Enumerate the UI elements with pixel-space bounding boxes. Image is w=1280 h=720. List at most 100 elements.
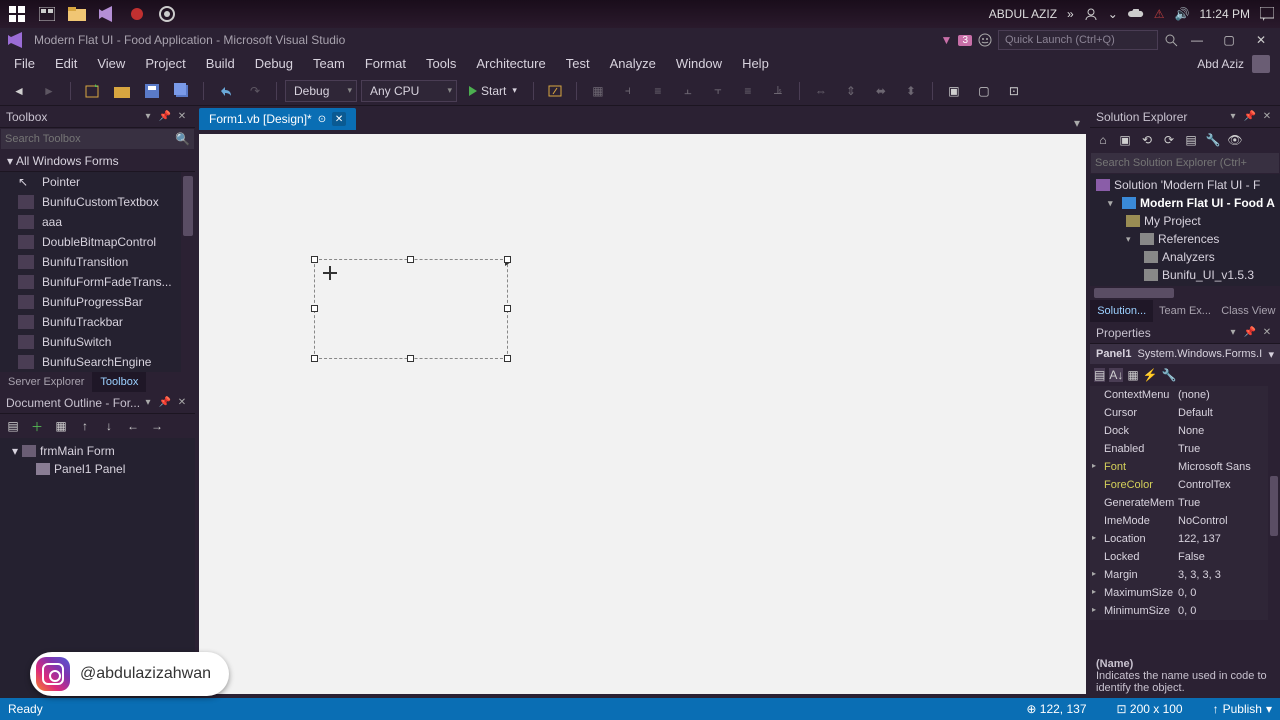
menu-team[interactable]: Team	[303, 52, 355, 76]
dropdown-icon[interactable]: ▾	[1226, 110, 1240, 124]
pin-tab-icon[interactable]: ⊙	[318, 114, 326, 125]
analyzers-node[interactable]: Analyzers	[1090, 248, 1280, 266]
outline-expand-icon[interactable]: ▤	[4, 417, 22, 435]
property-row[interactable]: MinimumSize0, 0	[1090, 602, 1280, 620]
doc-tab-form1[interactable]: Form1.vb [Design]* ⊙ ✕	[199, 108, 356, 130]
toolbox-search[interactable]: 🔍	[0, 128, 195, 150]
menu-edit[interactable]: Edit	[45, 52, 87, 76]
pin-icon[interactable]: 📌	[158, 396, 172, 410]
menu-project[interactable]: Project	[135, 52, 195, 76]
sol-refresh-icon[interactable]: ⟳	[1160, 131, 1178, 149]
save-icon[interactable]	[139, 79, 165, 103]
property-object-selector[interactable]: Panel1System.Windows.Forms.I▾	[1090, 344, 1280, 364]
resize-handle[interactable]	[407, 355, 414, 362]
people-icon[interactable]	[1084, 7, 1098, 21]
tab-solution[interactable]: Solution...	[1090, 300, 1153, 322]
menu-file[interactable]: File	[4, 52, 45, 76]
myproject-node[interactable]: My Project	[1090, 212, 1280, 230]
vs-taskbar-icon[interactable]	[96, 3, 118, 25]
tab-class-view[interactable]: Class View	[1217, 300, 1280, 322]
solution-node[interactable]: Solution 'Modern Flat UI - F	[1090, 176, 1280, 194]
bunifu-ref-node[interactable]: Bunifu_UI_v1.5.3	[1090, 266, 1280, 284]
open-file-icon[interactable]	[109, 79, 135, 103]
menu-view[interactable]: View	[87, 52, 135, 76]
events-icon[interactable]: ⚡	[1143, 368, 1158, 382]
platform-dropdown[interactable]: Any CPU	[361, 80, 457, 102]
pin-icon[interactable]: 📌	[1243, 110, 1257, 124]
menu-format[interactable]: Format	[355, 52, 416, 76]
new-project-icon[interactable]	[79, 79, 105, 103]
toolbox-scrollbar[interactable]	[181, 172, 195, 372]
menu-debug[interactable]: Debug	[245, 52, 303, 76]
close-panel-icon[interactable]: ✕	[175, 110, 189, 124]
form-canvas[interactable]	[199, 134, 1086, 694]
sol-collapse-icon[interactable]: ▣	[1116, 131, 1134, 149]
notification-badge[interactable]: 3	[958, 35, 972, 46]
toolbox-group-header[interactable]: ▾All Windows Forms	[0, 150, 195, 172]
browser-link-icon[interactable]	[542, 79, 568, 103]
menu-window[interactable]: Window	[666, 52, 732, 76]
start-button[interactable]: Start▾	[461, 84, 525, 98]
task-view-icon[interactable]	[36, 3, 58, 25]
security-icon[interactable]: ⚠	[1154, 7, 1165, 21]
resize-handle[interactable]	[311, 305, 318, 312]
property-row[interactable]: LockedFalse	[1090, 548, 1280, 566]
menu-test[interactable]: Test	[556, 52, 600, 76]
menubar-user[interactable]: Abd Aziz	[1197, 57, 1244, 71]
tab-order-icon[interactable]: ⊡	[1001, 79, 1027, 103]
tool-transition[interactable]: BunifuTransition	[0, 252, 195, 272]
prop-pages-icon[interactable]: 🔧	[1162, 368, 1177, 382]
move-in-icon[interactable]: →	[148, 417, 166, 435]
resize-handle[interactable]	[504, 305, 511, 312]
menu-analyze[interactable]: Analyze	[600, 52, 666, 76]
menu-help[interactable]: Help	[732, 52, 779, 76]
resize-handle[interactable]	[407, 256, 414, 263]
record-icon[interactable]	[126, 3, 148, 25]
property-row[interactable]: Margin3, 3, 3, 3	[1090, 566, 1280, 584]
dropdown-icon[interactable]: ▾	[141, 396, 155, 410]
maximize-button[interactable]: ▢	[1216, 31, 1242, 49]
pin-icon[interactable]: 📌	[1243, 326, 1257, 340]
references-node[interactable]: ▾References	[1090, 230, 1280, 248]
props-pages-icon[interactable]: ▦	[1127, 368, 1138, 382]
categorized-icon[interactable]: ▤	[1094, 368, 1105, 382]
sol-preview-icon[interactable]: 👁	[1226, 131, 1244, 149]
sol-props-icon[interactable]: 🔧	[1204, 131, 1222, 149]
solution-search[interactable]	[1090, 152, 1280, 174]
design-surface[interactable]	[199, 134, 1086, 694]
move-down-icon[interactable]: ↓	[100, 417, 118, 435]
undo-icon[interactable]	[212, 79, 238, 103]
property-row[interactable]: GenerateMemTrue	[1090, 494, 1280, 512]
config-dropdown[interactable]: Debug	[285, 80, 357, 102]
resize-handle[interactable]	[311, 355, 318, 362]
close-panel-icon[interactable]: ✕	[1260, 110, 1274, 124]
outline-add-icon[interactable]: ＋	[28, 417, 46, 435]
search-icon[interactable]	[1164, 33, 1178, 47]
file-explorer-icon[interactable]	[66, 3, 88, 25]
close-panel-icon[interactable]: ✕	[175, 396, 189, 410]
publish-button[interactable]: ↑ Publish ▾	[1213, 702, 1272, 716]
home-icon[interactable]: ⌂	[1094, 131, 1112, 149]
search-icon[interactable]: 🔍	[175, 132, 190, 146]
dropdown-icon[interactable]: ▾	[141, 110, 155, 124]
toolbox-search-input[interactable]	[5, 133, 175, 145]
outline-root[interactable]: ▾frmMain Form	[2, 442, 193, 460]
save-all-icon[interactable]	[169, 79, 195, 103]
order-back-icon[interactable]: ▢	[971, 79, 997, 103]
sol-sync-icon[interactable]: ⟲	[1138, 131, 1156, 149]
pin-icon[interactable]: 📌	[158, 110, 172, 124]
property-row[interactable]: Location122, 137	[1090, 530, 1280, 548]
properties-scrollbar[interactable]	[1268, 386, 1280, 654]
property-row[interactable]: ImeModeNoControl	[1090, 512, 1280, 530]
move-out-icon[interactable]: ←	[124, 417, 142, 435]
resize-handle[interactable]	[311, 256, 318, 263]
tool-searchengine[interactable]: BunifuSearchEngine	[0, 352, 195, 372]
property-row[interactable]: CursorDefault	[1090, 404, 1280, 422]
minimize-button[interactable]: —	[1184, 31, 1210, 49]
tool-formfade[interactable]: BunifuFormFadeTrans...	[0, 272, 195, 292]
account-avatar[interactable]	[1252, 55, 1270, 73]
tab-overflow-icon[interactable]: ▾	[1068, 116, 1086, 130]
feedback-icon[interactable]	[978, 33, 992, 47]
flag-icon[interactable]: ▼	[941, 33, 953, 47]
menu-tools[interactable]: Tools	[416, 52, 466, 76]
